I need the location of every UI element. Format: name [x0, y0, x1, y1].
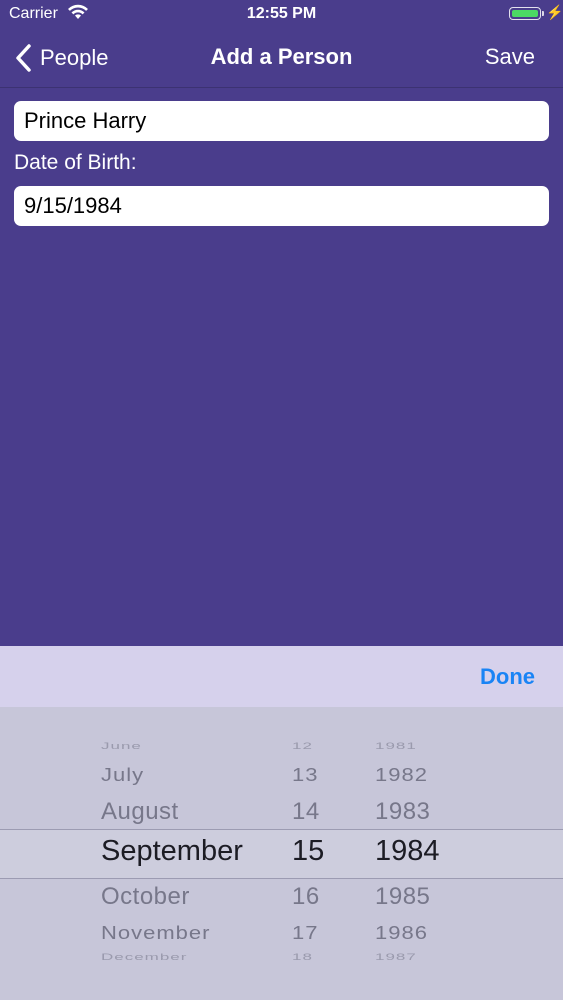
year-option[interactable]: 1987 [375, 952, 417, 963]
month-option[interactable]: June [101, 741, 142, 752]
day-option[interactable]: 12 [292, 741, 313, 752]
day-option[interactable]: 14 [292, 798, 320, 826]
battery-icon [509, 7, 541, 20]
month-option-selected[interactable]: September [101, 835, 243, 868]
done-button[interactable]: Done [480, 664, 535, 690]
status-bar: Carrier 12:55 PM ⚡ [0, 0, 563, 30]
year-option[interactable]: 1985 [375, 883, 430, 911]
month-wheel[interactable]: June July August September October Novem… [101, 707, 271, 1000]
date-of-birth-field[interactable] [14, 186, 549, 226]
day-option[interactable]: 17 [292, 922, 318, 944]
picker-toolbar: Done [0, 646, 563, 707]
month-option[interactable]: December [101, 952, 187, 963]
chevron-left-icon [16, 44, 31, 72]
year-option-selected[interactable]: 1984 [375, 835, 440, 868]
day-option[interactable]: 18 [292, 952, 313, 963]
battery-nub [542, 11, 544, 16]
save-button[interactable]: Save [485, 44, 535, 70]
day-wheel[interactable]: 12 13 14 15 16 17 18 [290, 707, 330, 1000]
year-wheel[interactable]: 1981 1982 1983 1984 1985 1986 1987 [375, 707, 465, 1000]
status-time: 12:55 PM [246, 5, 317, 22]
date-picker[interactable]: June July August September October Novem… [0, 707, 563, 1000]
month-option[interactable]: July [101, 764, 144, 786]
day-option[interactable]: 13 [292, 764, 318, 786]
month-option[interactable]: November [101, 922, 210, 944]
back-button[interactable]: People [14, 42, 109, 74]
month-option[interactable]: October [101, 883, 190, 911]
date-of-birth-label: Date of Birth: [14, 151, 137, 174]
charging-bolt-icon: ⚡ [546, 4, 563, 20]
day-option-selected[interactable]: 15 [292, 835, 324, 868]
back-button-label: People [40, 45, 109, 70]
navigation-bar: People Add a Person Save [0, 30, 563, 88]
year-option[interactable]: 1983 [375, 798, 430, 826]
day-option[interactable]: 16 [292, 883, 320, 911]
month-option[interactable]: August [101, 798, 179, 826]
year-option[interactable]: 1982 [375, 764, 428, 786]
picker-selection-band [0, 829, 563, 879]
name-field[interactable] [14, 101, 549, 141]
year-option[interactable]: 1981 [375, 741, 417, 752]
year-option[interactable]: 1986 [375, 922, 428, 944]
